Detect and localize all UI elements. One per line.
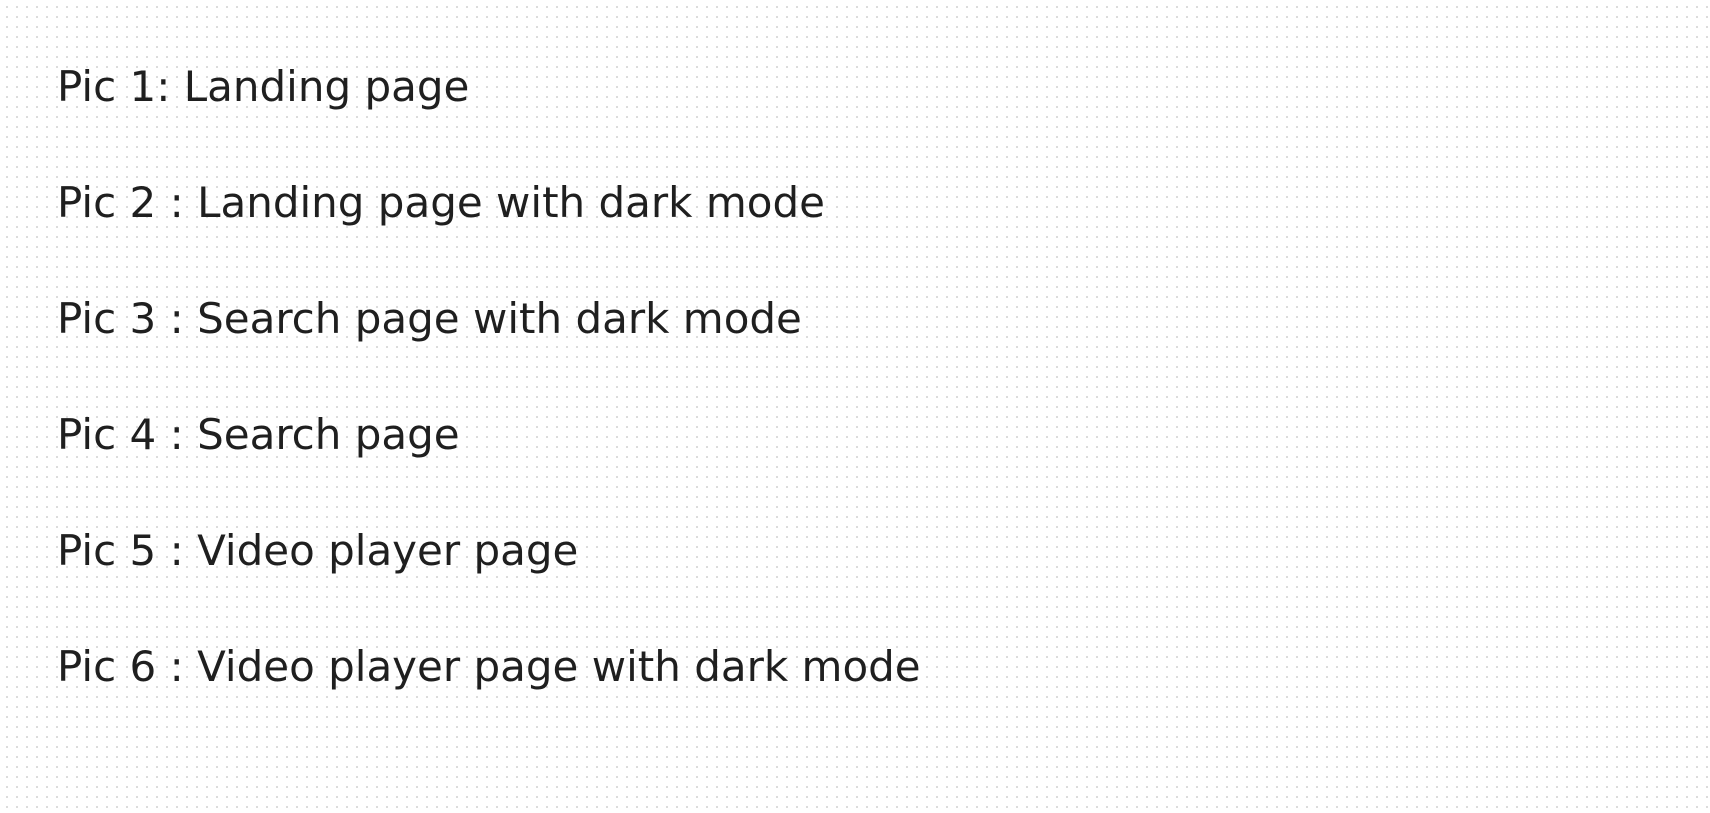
note-line-pic-6: Pic 6 : Video player page with dark mode bbox=[57, 642, 921, 691]
note-line-pic-4: Pic 4 : Search page bbox=[57, 410, 460, 459]
dotted-canvas: Pic 1: Landing page Pic 2 : Landing page… bbox=[0, 0, 1710, 813]
note-line-pic-5: Pic 5 : Video player page bbox=[57, 526, 579, 575]
note-line-pic-3: Pic 3 : Search page with dark mode bbox=[57, 294, 802, 343]
note-line-pic-1: Pic 1: Landing page bbox=[57, 62, 470, 111]
note-line-pic-2: Pic 2 : Landing page with dark mode bbox=[57, 178, 825, 227]
